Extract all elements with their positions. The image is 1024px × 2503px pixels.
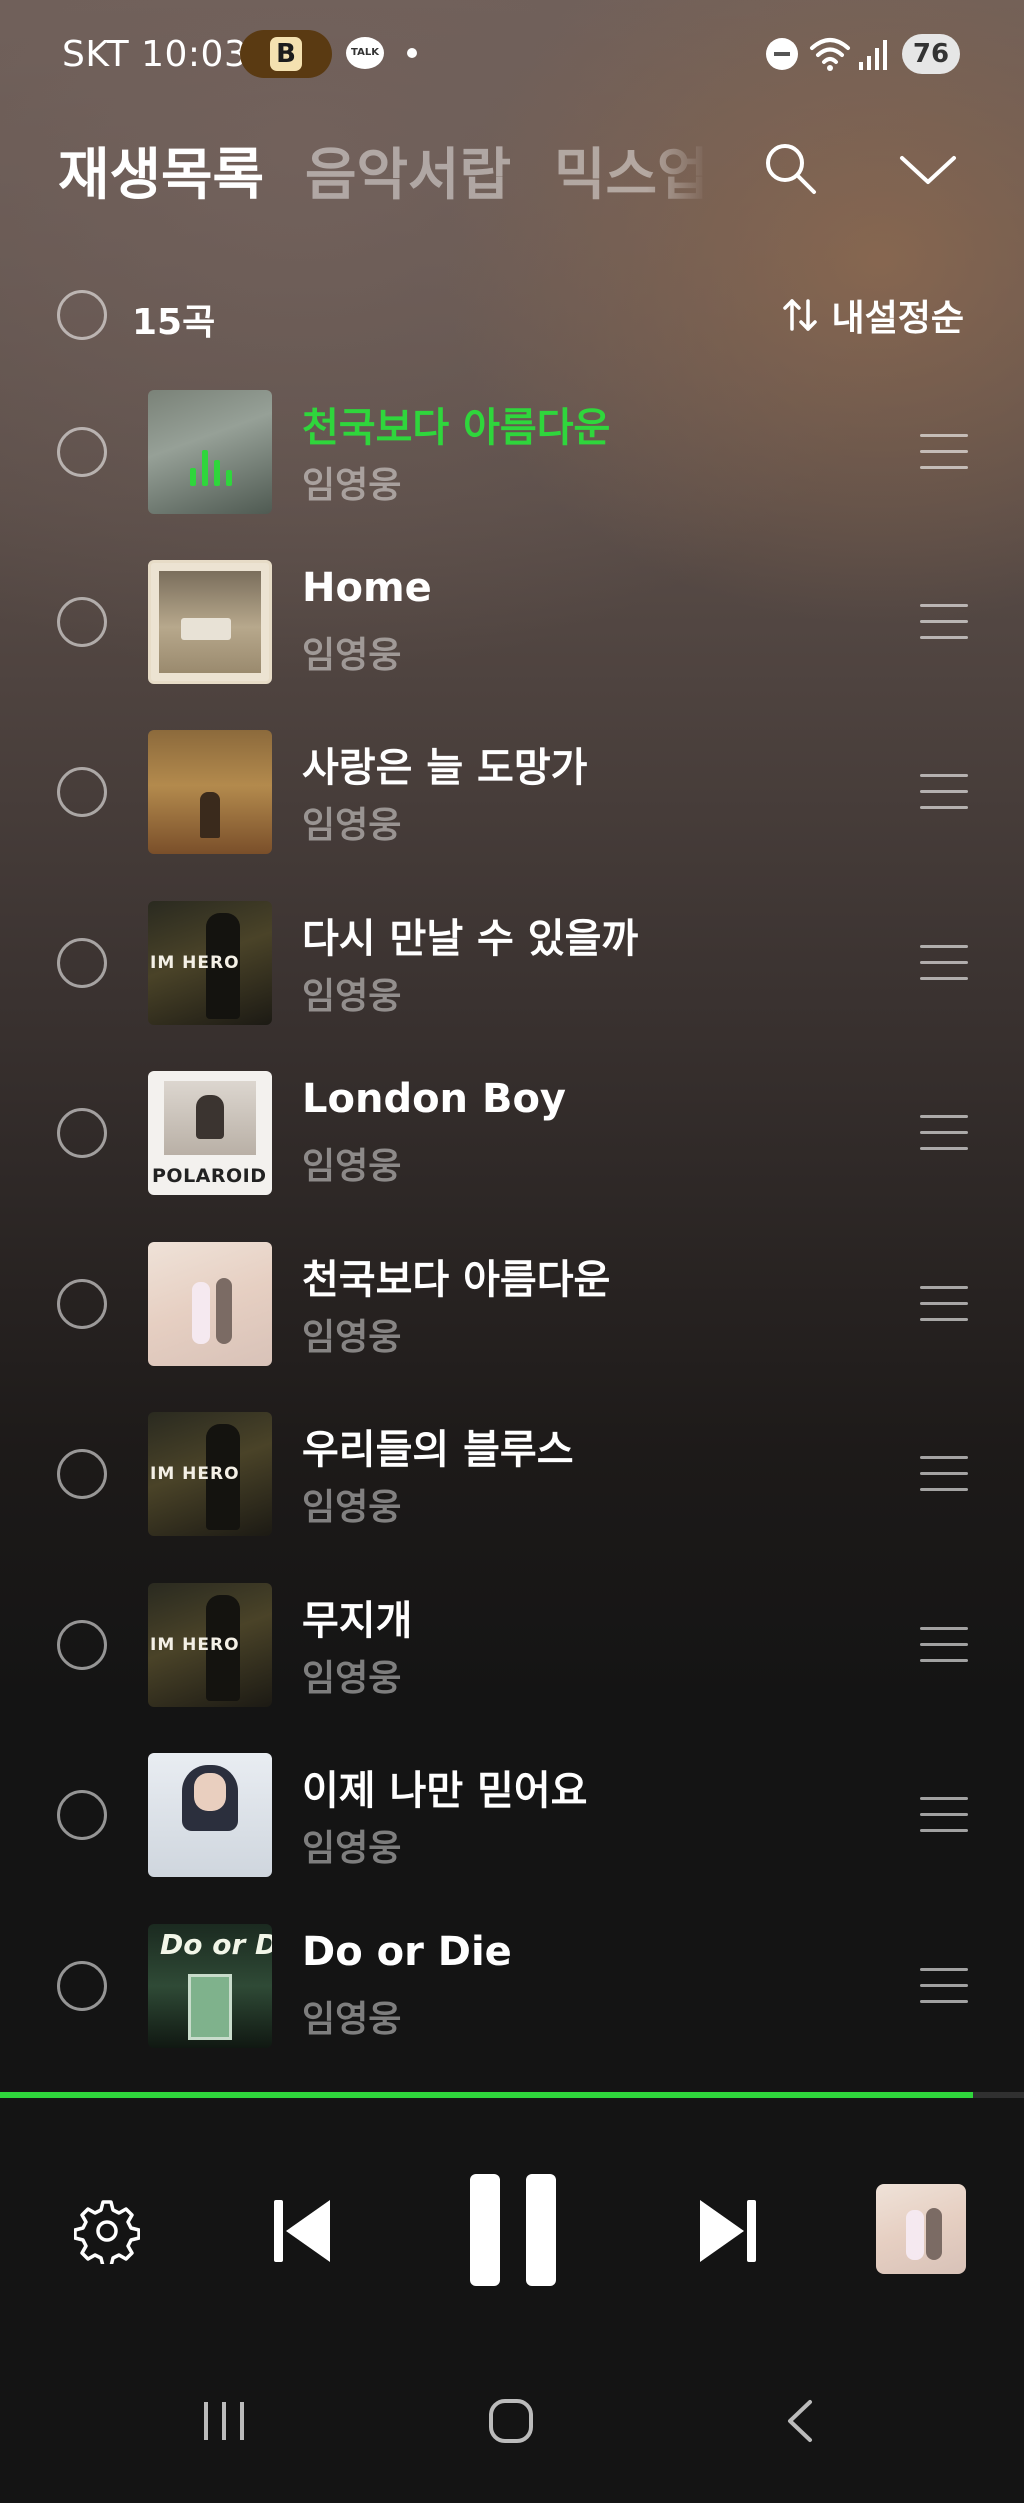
list-header: 15곡 내설정순 [0,285,1024,345]
song-checkbox[interactable] [57,1620,107,1670]
talk-icon: TALK [346,37,384,69]
song-checkbox[interactable] [57,1790,107,1840]
song-checkbox[interactable] [57,1279,107,1329]
album-text: IM HERO [150,953,240,973]
app-notification-pill: B [240,30,332,78]
song-artist: 임영웅 [302,976,402,1017]
song-row[interactable]: Do or Die Do or Die 임영웅 [0,1902,1024,2072]
album-art: IM HERO [148,1412,272,1536]
battery-indicator: 76 [902,34,960,74]
drag-handle-icon[interactable] [920,1115,968,1151]
recent-apps-icon[interactable] [200,2390,250,2450]
song-row[interactable]: Home 임영웅 [0,538,1024,708]
next-icon[interactable] [698,2198,758,2264]
tab-playlist[interactable]: 재생목록 [58,130,264,211]
sort-icon [782,299,817,331]
song-checkbox[interactable] [57,597,107,647]
now-playing-equalizer-icon [190,450,232,486]
status-bar: SKT 10:03 B TALK 76 [0,28,1024,84]
album-art [148,1753,272,1877]
song-title: 우리들의 블루스 [302,1427,574,1473]
song-count: 15곡 [132,302,216,343]
song-artist: 임영웅 [302,1828,402,1869]
tab-mixup[interactable]: 믹스업 [554,130,709,211]
song-title: Home [302,565,432,611]
album-text: IM HERO [150,1464,240,1484]
drag-handle-icon[interactable] [920,774,968,810]
drag-handle-icon[interactable] [920,604,968,640]
settings-icon[interactable] [74,2198,140,2264]
song-artist: 임영웅 [302,805,402,846]
song-title: 다시 만날 수 있을까 [302,916,639,962]
album-art: POLAROID [148,1071,272,1195]
song-title: 무지개 [302,1598,413,1644]
album-text: POLAROID [152,1165,267,1187]
song-row[interactable]: 사랑은 늘 도망가 임영웅 [0,708,1024,878]
song-row[interactable]: IM HERO 무지개 임영웅 [0,1561,1024,1731]
drag-handle-icon[interactable] [920,434,968,470]
song-title: 천국보다 아름다운 [302,1257,611,1303]
song-checkbox[interactable] [57,427,107,477]
search-icon[interactable] [760,138,820,198]
album-art [148,1242,272,1366]
wifi-icon [810,38,850,71]
sort-label: 내설정순 [831,298,964,339]
song-row[interactable]: IM HERO 우리들의 블루스 임영웅 [0,1390,1024,1560]
now-playing-album-art[interactable] [876,2184,966,2274]
song-checkbox[interactable] [57,1961,107,2011]
drag-handle-icon[interactable] [920,1627,968,1663]
app-badge-icon: B [270,37,302,71]
song-title: 사랑은 늘 도망가 [302,745,588,791]
album-text: IM HERO [150,1635,240,1655]
song-artist: 임영웅 [302,1999,402,2040]
song-title: London Boy [302,1076,567,1122]
album-text: Do or Die [160,1928,272,1961]
drag-handle-icon[interactable] [920,1286,968,1322]
album-art [148,560,272,684]
chevron-down-icon[interactable] [898,150,958,190]
album-art: IM HERO [148,1583,272,1707]
song-artist: 임영웅 [302,1317,402,1358]
do-not-disturb-icon [766,38,798,70]
song-checkbox[interactable] [57,938,107,988]
album-art: Do or Die [148,1924,272,2048]
screen: SKT 10:03 B TALK 76 재생목록 음악서랍 믹스업 15곡 내설… [0,0,1024,2503]
song-artist: 임영웅 [302,1146,402,1187]
drag-handle-icon[interactable] [920,1456,968,1492]
notification-dot-icon [407,48,417,58]
song-row[interactable]: 이제 나만 믿어요 임영웅 [0,1731,1024,1901]
song-title: Do or Die [302,1929,512,1975]
previous-icon[interactable] [272,2198,332,2264]
signal-icon [859,40,887,70]
album-art: IM HERO [148,901,272,1025]
song-title: 이제 나만 믿어요 [302,1768,588,1814]
tab-music-drawer[interactable]: 음악서랍 [305,130,511,211]
player-controls [0,2098,1024,2328]
select-all-checkbox[interactable] [57,290,107,340]
drag-handle-icon[interactable] [920,1797,968,1833]
home-icon[interactable] [486,2390,536,2450]
song-row[interactable]: POLAROID London Boy 임영웅 [0,1049,1024,1219]
system-navigation-bar [0,2390,1024,2503]
song-artist: 임영웅 [302,465,402,506]
song-checkbox[interactable] [57,1449,107,1499]
song-row[interactable]: 천국보다 아름다운 임영웅 [0,368,1024,538]
song-row[interactable]: IM HERO 다시 만날 수 있을까 임영웅 [0,879,1024,1049]
back-icon[interactable] [780,2390,820,2450]
sort-button[interactable]: 내설정순 [780,289,964,341]
pause-icon[interactable] [468,2172,558,2288]
song-checkbox[interactable] [57,767,107,817]
carrier-time: SKT 10:03 [62,34,248,75]
album-art [148,730,272,854]
song-checkbox[interactable] [57,1108,107,1158]
song-artist: 임영웅 [302,635,402,676]
song-row[interactable]: 천국보다 아름다운 임영웅 [0,1220,1024,1390]
drag-handle-icon[interactable] [920,1968,968,2004]
song-artist: 임영웅 [302,1487,402,1528]
drag-handle-icon[interactable] [920,945,968,981]
song-title: 천국보다 아름다운 [302,405,611,451]
song-artist: 임영웅 [302,1658,402,1699]
album-art [148,390,272,514]
